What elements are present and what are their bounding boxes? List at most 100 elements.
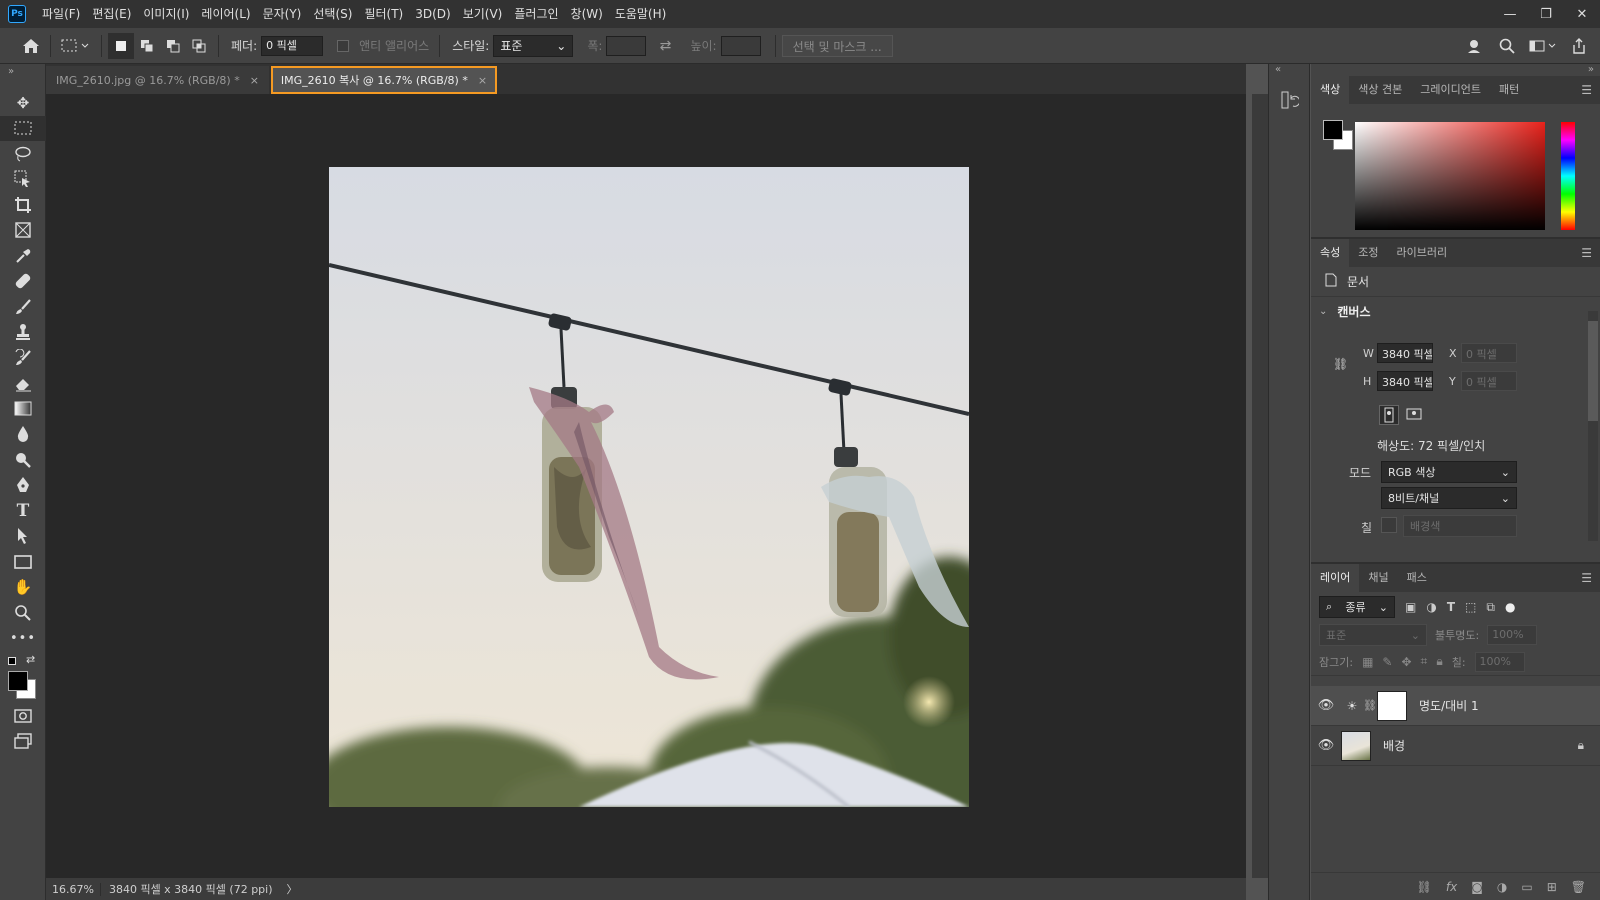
width-field[interactable]: 3840 픽셀	[1377, 343, 1433, 363]
landscape-orientation-icon[interactable]	[1405, 405, 1425, 425]
share-icon[interactable]	[1566, 33, 1592, 59]
subtract-selection-icon[interactable]	[160, 33, 186, 59]
brush-tool-icon[interactable]	[0, 294, 46, 320]
fx-icon[interactable]: fx	[1446, 880, 1457, 894]
filter-adjustment-icon[interactable]: ◑	[1426, 600, 1436, 614]
eraser-tool-icon[interactable]	[0, 371, 46, 397]
panel-menu-icon[interactable]: ☰	[1581, 83, 1592, 97]
layer-name[interactable]: 배경	[1383, 737, 1405, 754]
status-arrow-icon[interactable]: 〉	[281, 881, 298, 897]
width-input[interactable]	[606, 35, 647, 56]
default-colors-icon[interactable]	[8, 657, 16, 665]
delete-layer-icon[interactable]: 🗑︎	[1571, 880, 1586, 894]
expand-icon[interactable]: »	[0, 64, 45, 90]
tab-img-2610-copy[interactable]: IMG_2610 복사 @ 16.7% (RGB/8) * ×	[270, 66, 498, 94]
menu-item[interactable]: 이미지(I)	[137, 0, 195, 28]
menu-item[interactable]: 문자(Y)	[257, 0, 308, 28]
layer-thumbnail[interactable]	[1341, 730, 1371, 761]
color-field[interactable]	[1355, 122, 1545, 230]
move-tool-icon[interactable]: ✥	[0, 90, 46, 116]
object-select-tool-icon[interactable]	[0, 167, 46, 193]
zoom-level[interactable]: 16.67%	[46, 882, 101, 896]
rectangle-tool-icon[interactable]	[0, 549, 46, 575]
menu-item[interactable]: 레이어(L)	[195, 0, 256, 28]
lock-all-icon[interactable]: 🔒︎	[1436, 654, 1442, 669]
tab-channels[interactable]: 채널	[1359, 564, 1397, 592]
mode-select[interactable]: RGB 색상 ⌄	[1381, 461, 1517, 483]
properties-scrollbar[interactable]	[1588, 311, 1598, 541]
filter-pixel-icon[interactable]: ▣	[1405, 600, 1416, 614]
new-selection-icon[interactable]	[108, 32, 134, 59]
healing-tool-icon[interactable]	[0, 269, 46, 295]
feather-input[interactable]: 0 픽셀	[261, 35, 324, 56]
document-canvas[interactable]	[329, 167, 969, 807]
panel-menu-icon[interactable]: ☰	[1581, 246, 1592, 260]
layer-name[interactable]: 명도/대비 1	[1419, 697, 1479, 714]
y-field[interactable]: 0 픽셀	[1461, 371, 1517, 391]
tab-swatches[interactable]: 색상 견본	[1349, 76, 1411, 104]
document-scrollbar[interactable]	[1252, 94, 1268, 878]
collapse-icon[interactable]: «	[1269, 64, 1309, 78]
eyedropper-tool-icon[interactable]	[0, 243, 46, 269]
menu-item[interactable]: 창(W)	[565, 0, 609, 28]
frame-tool-icon[interactable]	[0, 218, 46, 244]
tab-libraries[interactable]: 라이브러리	[1388, 239, 1457, 267]
mask-link-icon[interactable]: ⛓	[1363, 699, 1377, 712]
fill-color-swatch[interactable]	[1381, 517, 1397, 533]
close-icon[interactable]: ×	[478, 74, 487, 87]
tab-patterns[interactable]: 패턴	[1490, 76, 1528, 104]
close-window-button[interactable]: ✕	[1564, 0, 1600, 28]
menu-item[interactable]: 플러그인	[508, 0, 564, 28]
layer-mask-thumbnail[interactable]	[1377, 690, 1407, 721]
search-icon[interactable]	[1494, 33, 1520, 59]
tab-layers[interactable]: 레이어	[1311, 564, 1360, 592]
add-selection-icon[interactable]	[134, 33, 160, 59]
crop-tool-icon[interactable]	[0, 192, 46, 218]
gradient-tool-icon[interactable]	[0, 396, 46, 422]
marquee-preset-icon[interactable]	[57, 33, 95, 59]
canvas-section-header[interactable]: ⌄ 캔버스	[1311, 297, 1600, 325]
workspace-icon[interactable]	[1526, 33, 1560, 59]
type-tool-icon[interactable]: T	[0, 498, 46, 524]
height-input[interactable]	[720, 35, 761, 56]
menu-item[interactable]: 파일(F)	[36, 0, 86, 28]
marquee-tool-icon[interactable]	[0, 115, 46, 141]
filter-smart-object-icon[interactable]: ⧉	[1486, 600, 1495, 615]
lock-artboard-icon[interactable]: ⌗	[1421, 654, 1428, 669]
path-select-tool-icon[interactable]	[0, 524, 46, 550]
x-field[interactable]: 0 픽셀	[1461, 343, 1517, 363]
hue-slider[interactable]	[1561, 122, 1575, 230]
screen-mode-icon[interactable]	[0, 729, 46, 755]
tab-paths[interactable]: 패스	[1398, 564, 1436, 592]
history-panel-icon[interactable]	[1281, 90, 1301, 110]
dodge-tool-icon[interactable]	[0, 447, 46, 473]
collapse-dock-icon[interactable]: »	[1311, 64, 1600, 76]
add-mask-icon[interactable]: ◙	[1471, 880, 1483, 894]
history-brush-tool-icon[interactable]	[0, 345, 46, 371]
lasso-tool-icon[interactable]	[0, 141, 46, 167]
visibility-eye-icon[interactable]: 👁︎	[1311, 738, 1341, 753]
blur-tool-icon[interactable]	[0, 422, 46, 448]
intersect-selection-icon[interactable]	[186, 33, 212, 59]
filter-toggle-icon[interactable]: ●	[1505, 600, 1515, 614]
lock-transparent-icon[interactable]: ▦	[1362, 655, 1373, 669]
foreground-color-chip[interactable]	[1323, 120, 1343, 140]
layer-row-background[interactable]: 👁︎ 배경 🔒︎	[1311, 726, 1600, 766]
new-adjustment-icon[interactable]: ◑	[1497, 880, 1507, 894]
bit-depth-select[interactable]: 8비트/채널 ⌄	[1381, 487, 1517, 509]
tab-color[interactable]: 색상	[1311, 76, 1350, 104]
menu-item[interactable]: 필터(T)	[358, 0, 409, 28]
link-layers-icon[interactable]: ⛓	[1417, 880, 1432, 894]
style-select[interactable]: 표준 ⌄	[493, 34, 574, 57]
panel-menu-icon[interactable]: ☰	[1581, 571, 1592, 585]
lock-image-icon[interactable]: ✎	[1382, 655, 1392, 669]
link-dimensions-icon[interactable]: ⛓	[1333, 357, 1348, 371]
tab-adjustments[interactable]: 조정	[1349, 239, 1387, 267]
layer-filter-select[interactable]: ⌕ 종류 ⌄	[1319, 596, 1395, 618]
minimize-button[interactable]: —	[1492, 0, 1528, 28]
pen-tool-icon[interactable]	[0, 473, 46, 499]
restore-button[interactable]: ❐	[1528, 0, 1564, 28]
menu-item[interactable]: 보기(V)	[457, 0, 509, 28]
antialias-checkbox[interactable]	[337, 39, 350, 52]
new-layer-icon[interactable]: ⊞	[1547, 880, 1557, 894]
